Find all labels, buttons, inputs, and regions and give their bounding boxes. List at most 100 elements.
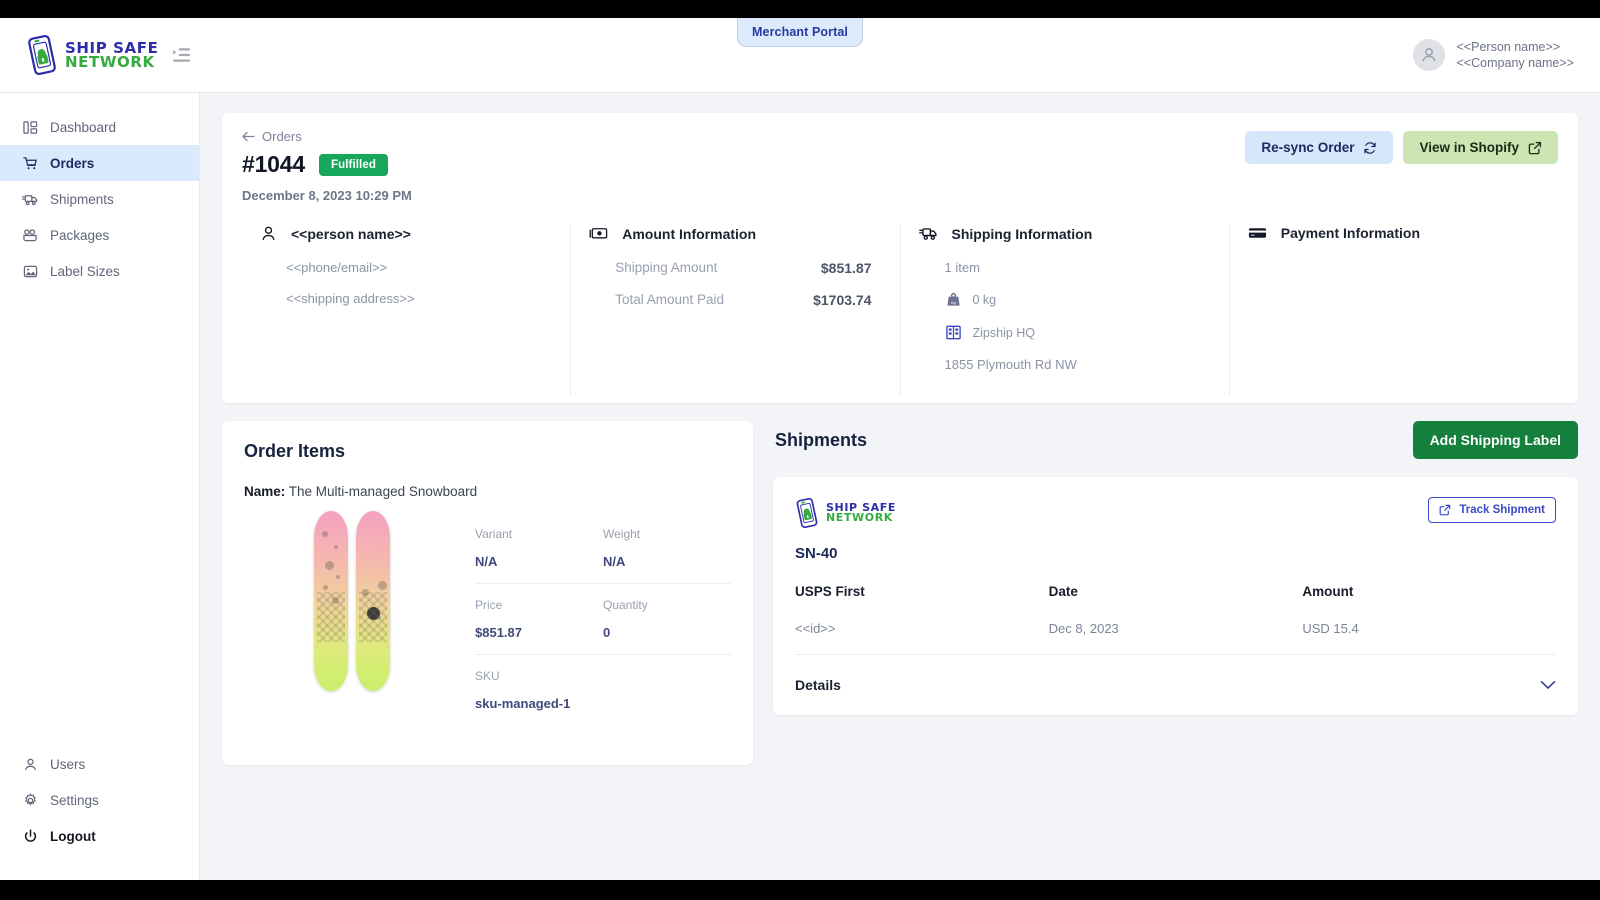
label-icon — [22, 263, 38, 279]
user-company-name: <<Company name>> — [1456, 56, 1574, 70]
user-icon — [262, 226, 275, 241]
order-item-specs: Variant N/A Weight N/A Price $851.87 Qua… — [475, 505, 731, 739]
shipping-weight-value: 0 kg — [972, 292, 997, 307]
amount-row: Total Amount Paid $1703.74 — [615, 292, 885, 308]
amount-info-column: Amount Information Shipping Amount $851.… — [570, 225, 899, 395]
customer-contact: <<phone/email>> — [286, 260, 388, 275]
spec-row: Variant N/A Weight N/A — [475, 527, 731, 584]
shipping-info-column: Shipping Information 1 item Kg 0 kg Zips… — [899, 225, 1229, 395]
order-item-name: Name: The Multi-managed Snowboard — [244, 484, 731, 499]
amount-row-value: $851.87 — [820, 260, 872, 276]
track-shipment-label: Track Shipment — [1459, 504, 1545, 516]
spec-label: Quantity — [603, 598, 648, 612]
order-date: December 8, 2023 10:29 PM — [242, 188, 412, 203]
column-header: USPS First — [795, 584, 865, 599]
shipment-details-grid: USPS First <<id>> Date Dec 8, 2023 Amoun… — [795, 584, 1556, 636]
user-menu[interactable]: <<Person name>> <<Company name>> — [1412, 39, 1574, 71]
shipment-card: SHIP SAFE NETWORK Track Shipment SN-40 U… — [773, 477, 1578, 715]
shipment-carrier-cell: USPS First <<id>> — [795, 584, 1049, 636]
column-value: USD 15.4 — [1302, 621, 1359, 636]
merchant-portal-tab[interactable]: Merchant Portal — [737, 18, 863, 47]
shipping-location-value: Zipship HQ — [972, 325, 1036, 340]
spec-label: Weight — [603, 527, 641, 541]
order-actions: Re-sync Order View in Shopify — [1245, 131, 1558, 164]
sidebar-item-shipments[interactable]: Shipments — [0, 181, 199, 217]
spec-value: $851.87 — [475, 625, 522, 640]
sidebar-item-logout[interactable]: Logout — [0, 818, 199, 854]
customer-name: <<person name>> — [291, 225, 411, 242]
snowboard-right — [355, 511, 390, 691]
payment-info-column: Payment Information — [1228, 225, 1558, 395]
resync-order-button[interactable]: Re-sync Order — [1245, 131, 1394, 164]
spec-variant: Variant N/A — [475, 527, 603, 569]
shipments-title: Shipments — [775, 429, 868, 450]
track-shipment-button[interactable]: Track Shipment — [1428, 497, 1556, 523]
sidebar-item-packages[interactable]: Packages — [0, 217, 199, 253]
logo-text-secondary: NETWORK — [65, 53, 155, 71]
back-link-label: Orders — [262, 129, 302, 144]
truck-icon — [918, 228, 936, 240]
shipment-details-toggle[interactable]: Details — [795, 654, 1556, 693]
spec-value: 0 — [603, 625, 611, 640]
spec-label: Variant — [475, 527, 513, 541]
column-value: Dec 8, 2023 — [1048, 621, 1119, 636]
sidebar-item-label: Settings — [50, 792, 99, 808]
sidebar-item-label: Logout — [50, 828, 96, 844]
spec-row: Price $851.87 Quantity 0 — [475, 598, 731, 655]
view-in-shopify-label: View in Shopify — [1419, 140, 1519, 155]
truck-icon — [22, 191, 38, 207]
order-info-columns: <<person name>> <<phone/email>> <<shippi… — [242, 225, 1558, 403]
arrow-left-icon — [242, 131, 255, 142]
top-header: SHIP SAFE NETWORK Merchant Portal <<Pers… — [0, 18, 1600, 93]
spec-quantity: Quantity 0 — [603, 598, 731, 640]
main-content: Orders #1044 Fulfilled December 8, 2023 … — [200, 93, 1600, 880]
dashboard-icon — [22, 119, 38, 135]
spec-value: N/A — [603, 554, 626, 569]
page-title: #1044 — [242, 151, 305, 177]
sidebar-item-orders[interactable]: Orders — [0, 145, 199, 181]
snowboard-left — [313, 511, 348, 691]
sidebar-item-settings[interactable]: Settings — [0, 782, 199, 818]
sidebar-bottom-group: Users Settings Logout — [0, 746, 199, 880]
shipment-number: SN-40 — [795, 545, 838, 562]
add-shipping-label-button[interactable]: Add Shipping Label — [1412, 421, 1578, 459]
sidebar-item-label-sizes[interactable]: Label Sizes — [0, 253, 199, 289]
shipments-header: Shipments Add Shipping Label — [773, 421, 1578, 459]
sidebar-item-users[interactable]: Users — [0, 746, 199, 782]
order-summary-card: Orders #1044 Fulfilled December 8, 2023 … — [222, 113, 1578, 403]
shipping-info-header: Shipping Information — [918, 225, 1215, 242]
sidebar: Dashboard Orders Shipments Packages Labe… — [0, 93, 200, 880]
carrier-logo-secondary: NETWORK — [826, 511, 893, 524]
chevron-down-icon[interactable] — [1540, 680, 1556, 690]
sidebar-item-label: Users — [50, 756, 86, 772]
view-in-shopify-button[interactable]: View in Shopify — [1403, 131, 1558, 164]
shipping-item-count: 1 item — [944, 260, 980, 275]
app-logo[interactable]: SHIP SAFE NETWORK — [26, 34, 158, 76]
order-item-name-value: The Multi-managed Snowboard — [288, 484, 478, 499]
spec-label: SKU — [475, 669, 500, 683]
payment-info-header: Payment Information — [1248, 225, 1544, 241]
shipment-amount-cell: Amount USD 15.4 — [1302, 584, 1556, 636]
lower-section: Order Items Name: The Multi-managed Snow… — [222, 421, 1578, 765]
back-to-orders-link[interactable]: Orders — [242, 129, 302, 144]
shipments-column: Shipments Add Shipping Label SHIP SAFE N… — [773, 421, 1578, 715]
product-image — [244, 505, 459, 739]
shipping-address: 1855 Plymouth Rd NW — [944, 357, 1077, 372]
order-items-card: Order Items Name: The Multi-managed Snow… — [222, 421, 753, 765]
avatar — [1412, 39, 1445, 71]
sidebar-item-label: Packages — [50, 227, 110, 243]
order-item-body: Variant N/A Weight N/A Price $851.87 Qua… — [244, 505, 731, 739]
sidebar-item-dashboard[interactable]: Dashboard — [0, 109, 199, 145]
amount-row-label: Shipping Amount — [615, 260, 718, 275]
amount-info-title: Amount Information — [622, 225, 757, 242]
package-icon — [22, 227, 38, 243]
refresh-icon — [1364, 141, 1377, 154]
money-icon — [589, 228, 608, 239]
column-header: Amount — [1302, 584, 1354, 599]
carrier-logo: SHIP SAFE NETWORK — [795, 497, 896, 529]
building-icon — [945, 325, 961, 340]
menu-collapse-icon[interactable] — [172, 46, 191, 64]
shipping-info-title: Shipping Information — [951, 225, 1093, 242]
external-link-icon — [1528, 141, 1542, 154]
